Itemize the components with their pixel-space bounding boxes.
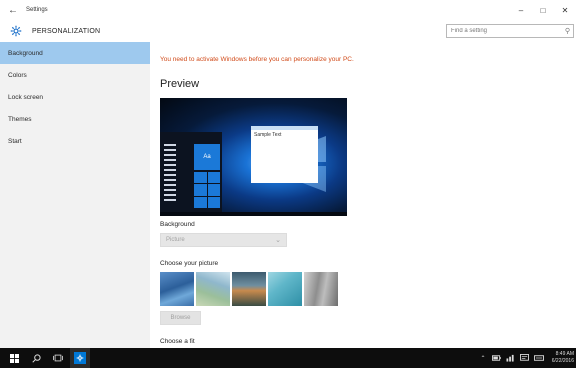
battery-icon — [491, 355, 501, 361]
taskbar: ⌃ 8:49 AM 6/22/2016 — [0, 348, 576, 368]
search-icon[interactable]: ⚲ — [565, 27, 570, 35]
choose-fit-label: Choose a fit — [160, 338, 195, 345]
sidebar-item-label: Start — [8, 137, 22, 145]
preview-taskbar — [160, 212, 347, 216]
clock-date: 6/22/2016 — [551, 358, 574, 364]
preview-sample-text: Sample Text — [254, 132, 282, 138]
background-label: Background — [160, 221, 195, 228]
keyboard-icon — [534, 355, 544, 361]
preview-window: Sample Text — [251, 126, 318, 183]
network-icon — [506, 354, 514, 362]
sidebar-item-label: Colors — [8, 71, 27, 79]
search-taskbar-button[interactable] — [26, 348, 46, 368]
preview-app-list — [164, 144, 176, 204]
sidebar-item-start[interactable]: Start — [0, 130, 150, 152]
taskbar-settings-app[interactable] — [70, 348, 90, 368]
windows-logo-icon — [9, 353, 19, 363]
picture-thumbnail-1[interactable] — [160, 272, 194, 306]
picture-thumbnail-2[interactable] — [196, 272, 230, 306]
chevron-down-icon: ⌄ — [275, 237, 281, 244]
preview-heading: Preview — [160, 78, 200, 90]
picture-thumbnail-3[interactable] — [232, 272, 266, 306]
taskbar-clock[interactable]: 8:49 AM 6/22/2016 — [544, 351, 574, 365]
task-view-button[interactable] — [48, 348, 68, 368]
sidebar-item-colors[interactable]: Colors — [0, 64, 150, 86]
back-arrow-icon: ← — [8, 4, 18, 16]
clock-time: 8:49 AM — [555, 351, 574, 357]
network-indicator[interactable] — [504, 348, 516, 368]
show-hidden-icons-button[interactable]: ⌃ — [477, 348, 489, 368]
start-button[interactable] — [4, 348, 24, 368]
minimize-button[interactable]: – — [510, 0, 532, 20]
maximize-button[interactable]: □ — [532, 0, 554, 20]
search-input[interactable] — [447, 28, 573, 34]
action-center-button[interactable] — [518, 348, 530, 368]
background-dropdown[interactable]: Picture ⌄ — [160, 233, 287, 247]
sidebar-item-lock-screen[interactable]: Lock screen — [0, 86, 150, 108]
browse-button[interactable]: Browse — [160, 311, 201, 325]
task-view-icon — [53, 354, 63, 362]
sidebar-item-background[interactable]: Background — [0, 42, 150, 64]
sidebar-item-themes[interactable]: Themes — [0, 108, 150, 130]
sidebar-item-label: Lock screen — [8, 93, 44, 101]
preview-tile: Aa — [194, 144, 220, 170]
page-header: PERSONALIZATION ⚲ — [0, 20, 576, 42]
battery-indicator[interactable] — [490, 348, 502, 368]
gear-icon — [8, 23, 24, 39]
activation-warning[interactable]: You need to activate Windows before you … — [160, 56, 354, 63]
sidebar: Background Colors Lock screen Themes Sta… — [0, 42, 150, 348]
section-title: PERSONALIZATION — [32, 27, 101, 35]
picture-thumbnail-4[interactable] — [268, 272, 302, 306]
back-button[interactable]: ← — [0, 0, 26, 20]
window-title: Settings — [26, 7, 48, 13]
window-controls: – □ ✕ — [510, 0, 576, 20]
search-icon — [31, 353, 41, 363]
desktop-preview: Aa Sample Text — [160, 98, 347, 216]
preview-start-menu: Aa — [160, 132, 222, 216]
picture-thumbnail-5[interactable] — [304, 272, 338, 306]
preview-tile-grid — [194, 172, 220, 208]
title-bar: ← Settings – □ ✕ — [0, 0, 576, 20]
main-content: You need to activate Windows before you … — [160, 42, 570, 348]
notification-icon — [519, 354, 529, 361]
picture-thumbnails — [160, 272, 340, 306]
background-dropdown-value: Picture — [166, 237, 185, 243]
choose-picture-label: Choose your picture — [160, 260, 219, 267]
sidebar-item-label: Themes — [8, 115, 32, 123]
settings-app-icon — [74, 352, 86, 364]
search-box[interactable]: ⚲ — [446, 24, 574, 38]
sidebar-item-label: Background — [8, 49, 43, 57]
close-button[interactable]: ✕ — [554, 0, 576, 20]
chevron-up-icon: ⌃ — [480, 355, 486, 362]
